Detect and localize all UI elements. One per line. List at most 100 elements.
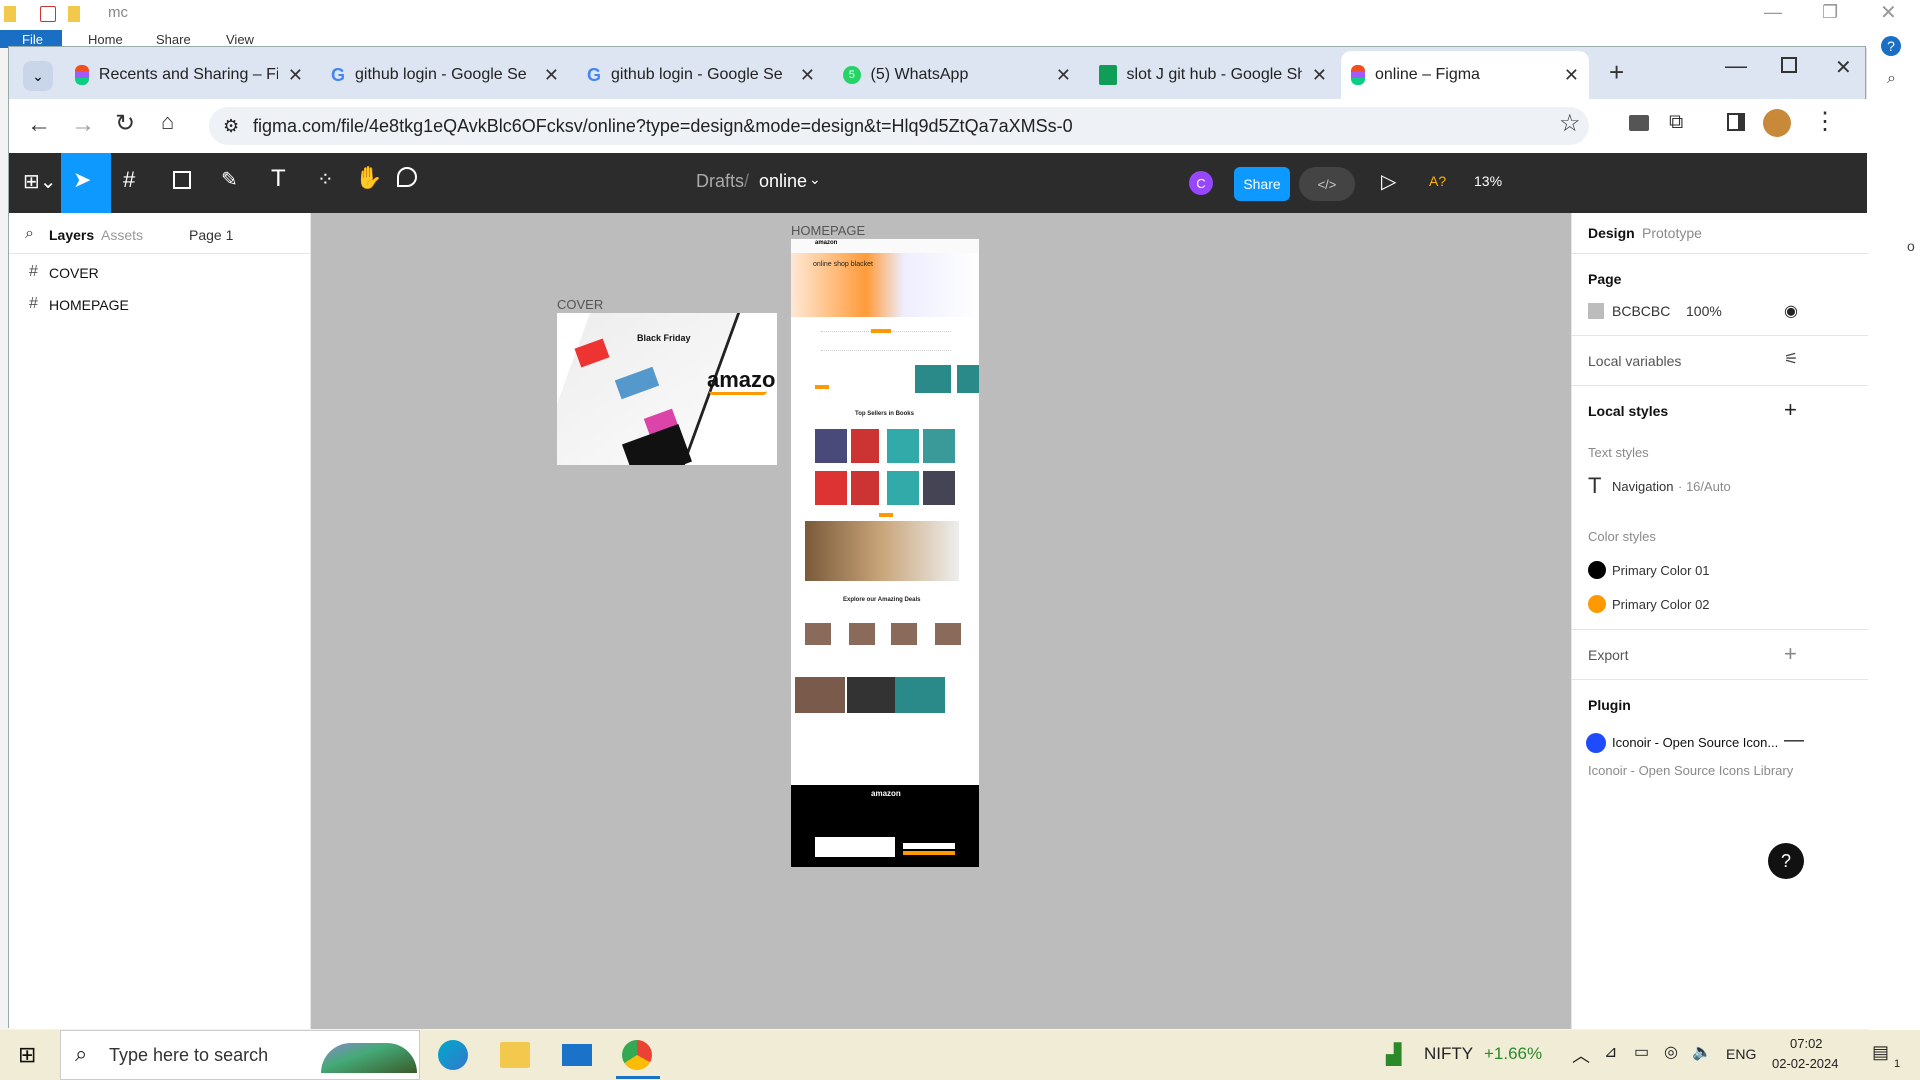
primary-color-02[interactable]: Primary Color 02 <box>1612 597 1710 612</box>
tab-layers[interactable]: Layers <box>49 227 94 243</box>
bookmark-star-icon[interactable]: ☆ <box>1559 109 1581 138</box>
explorer-menu-view[interactable]: View <box>226 32 254 47</box>
dev-mode-toggle[interactable]: </> <box>1299 167 1355 201</box>
frame-tool-icon[interactable]: # <box>123 167 135 193</box>
homepage-frame[interactable]: amazon online shop blacket Top Sellers i… <box>791 239 979 867</box>
design-canvas[interactable]: COVER Black Friday amazon HOMEPAGE amazo… <box>311 213 1571 1029</box>
add-export-icon[interactable]: + <box>1784 641 1797 667</box>
primary-color-02-swatch[interactable] <box>1588 595 1606 613</box>
reload-icon[interactable]: ↻ <box>115 109 135 138</box>
minimize-icon[interactable]: — <box>1764 2 1782 23</box>
primary-color-01[interactable]: Primary Color 01 <box>1612 563 1710 578</box>
page-color-swatch[interactable] <box>1588 303 1604 319</box>
resources-icon[interactable]: ⁘ <box>317 167 334 192</box>
new-tab-icon[interactable]: + <box>1609 57 1624 88</box>
avatar[interactable] <box>1763 109 1791 137</box>
close-tab-icon[interactable]: ✕ <box>1312 65 1327 86</box>
tray-chevron-up-icon[interactable]: ︿ <box>1572 1042 1590 1068</box>
extensions-icon[interactable]: ⧉ <box>1669 111 1683 134</box>
chevron-down-icon[interactable]: ⌄ <box>809 171 821 188</box>
zoom-level[interactable]: 13% <box>1474 173 1502 189</box>
nifty-change[interactable]: +1.66% <box>1484 1044 1542 1064</box>
restore-icon[interactable]: ❐ <box>1822 2 1838 23</box>
pen-tool-icon[interactable]: ✎ <box>221 167 238 192</box>
accessibility-badge[interactable]: A? <box>1429 173 1446 189</box>
plugin-name[interactable]: Iconoir - Open Source Icon... <box>1612 735 1778 750</box>
help-button[interactable]: ? <box>1768 843 1804 879</box>
windows-start-icon[interactable]: ⊞ <box>18 1042 36 1068</box>
main-menu-icon[interactable]: ⊞⌄ <box>23 169 57 194</box>
close-window-icon[interactable]: ✕ <box>1835 55 1852 80</box>
comment-tool-icon[interactable] <box>397 167 417 187</box>
cast-icon[interactable] <box>1629 115 1649 131</box>
tab-sheets[interactable]: slot J git hub - Google Sh ✕ <box>1089 55 1337 95</box>
forward-icon[interactable]: → <box>71 111 95 139</box>
explorer-menu-share[interactable]: Share <box>156 32 191 47</box>
menu-icon[interactable]: ⋮ <box>1813 107 1837 136</box>
edge-icon[interactable] <box>438 1040 468 1070</box>
add-style-icon[interactable]: + <box>1784 397 1797 423</box>
cover-frame-label[interactable]: COVER <box>557 297 603 312</box>
file-explorer-icon[interactable] <box>500 1042 530 1068</box>
home-icon[interactable]: ⌂ <box>161 109 174 135</box>
export-section[interactable]: Export <box>1588 647 1628 663</box>
close-tab-icon[interactable]: ✕ <box>1056 65 1071 86</box>
share-button[interactable]: Share <box>1234 167 1290 201</box>
layer-item-cover[interactable]: COVER <box>49 265 99 281</box>
site-settings-icon[interactable]: ⚙ <box>223 107 239 145</box>
file-name[interactable]: online <box>759 171 807 192</box>
maximize-icon[interactable] <box>1781 57 1797 73</box>
taskbar-search-box[interactable]: ⌕ Type here to search <box>60 1030 420 1080</box>
close-tab-icon[interactable]: ✕ <box>288 65 303 86</box>
page-color-value[interactable]: BCBCBC <box>1612 303 1670 319</box>
explorer-menu-file[interactable]: File <box>22 32 43 47</box>
text-tool-icon[interactable]: T <box>271 165 286 193</box>
tab-assets[interactable]: Assets <box>101 227 143 243</box>
checkbox-icon[interactable] <box>40 6 56 22</box>
navigation-style[interactable]: Navigation <box>1612 479 1673 494</box>
tab-whatsapp[interactable]: 5 (5) WhatsApp ✕ <box>833 55 1081 95</box>
close-tab-icon[interactable]: ✕ <box>544 65 559 86</box>
language-indicator[interactable]: ENG <box>1726 1046 1756 1062</box>
move-tool-icon[interactable]: ➤ <box>73 167 91 193</box>
hand-tool-icon[interactable]: ✋ <box>355 165 382 191</box>
homepage-frame-label[interactable]: HOMEPAGE <box>791 223 865 238</box>
minimize-icon[interactable]: — <box>1725 53 1747 79</box>
clock-date[interactable]: 02-02-2024 <box>1772 1056 1839 1071</box>
present-icon[interactable]: ▷ <box>1381 169 1396 194</box>
search-icon[interactable]: ⌕ <box>1887 70 1896 88</box>
side-panel-icon[interactable] <box>1727 113 1745 131</box>
page-opacity-value[interactable]: 100% <box>1686 303 1722 319</box>
network-icon[interactable]: ⊿ <box>1604 1042 1617 1062</box>
mail-icon[interactable] <box>562 1044 592 1066</box>
tab-github-login-1[interactable]: G github login - Google Se ✕ <box>321 55 569 95</box>
collaborator-avatar[interactable]: C <box>1189 171 1213 195</box>
tab-design[interactable]: Design <box>1588 225 1635 241</box>
tab-prototype[interactable]: Prototype <box>1642 225 1702 241</box>
primary-color-01-swatch[interactable] <box>1588 561 1606 579</box>
tab-recents[interactable]: Recents and Sharing – Fig ✕ <box>65 55 313 95</box>
url-field[interactable]: ⚙ figma.com/file/4e8tkg1eQAvkBlc6OFcksv/… <box>209 107 1589 145</box>
close-icon[interactable]: ✕ <box>1880 0 1897 25</box>
notification-icon[interactable]: ▤ <box>1872 1042 1889 1063</box>
nifty-label[interactable]: NIFTY <box>1424 1044 1473 1064</box>
chrome-icon[interactable] <box>622 1040 652 1070</box>
back-icon[interactable]: ← <box>27 111 51 139</box>
close-tab-icon[interactable]: ✕ <box>800 65 815 86</box>
battery-icon[interactable]: ▭ <box>1634 1042 1649 1062</box>
page-selector[interactable]: Page 1 <box>189 227 233 243</box>
tab-figma-online[interactable]: online – Figma ✕ <box>1341 51 1589 99</box>
explorer-menu-home[interactable]: Home <box>88 32 123 47</box>
variables-icon[interactable]: ⚟ <box>1784 349 1798 369</box>
breadcrumb-drafts[interactable]: Drafts <box>696 171 744 192</box>
close-tab-icon[interactable]: ✕ <box>1564 65 1579 86</box>
layer-item-homepage[interactable]: HOMEPAGE <box>49 297 129 313</box>
tab-search-chevron-icon[interactable]: ⌄ <box>23 61 53 91</box>
eye-icon[interactable]: ◉ <box>1784 301 1798 321</box>
search-icon[interactable]: ⌕ <box>25 225 34 243</box>
cover-frame[interactable]: Black Friday amazon <box>557 313 777 465</box>
clock-time[interactable]: 07:02 <box>1790 1036 1823 1051</box>
tab-github-login-2[interactable]: G github login - Google Se ✕ <box>577 55 825 95</box>
remove-plugin-icon[interactable]: — <box>1784 729 1804 752</box>
rectangle-tool-icon[interactable] <box>173 171 191 189</box>
